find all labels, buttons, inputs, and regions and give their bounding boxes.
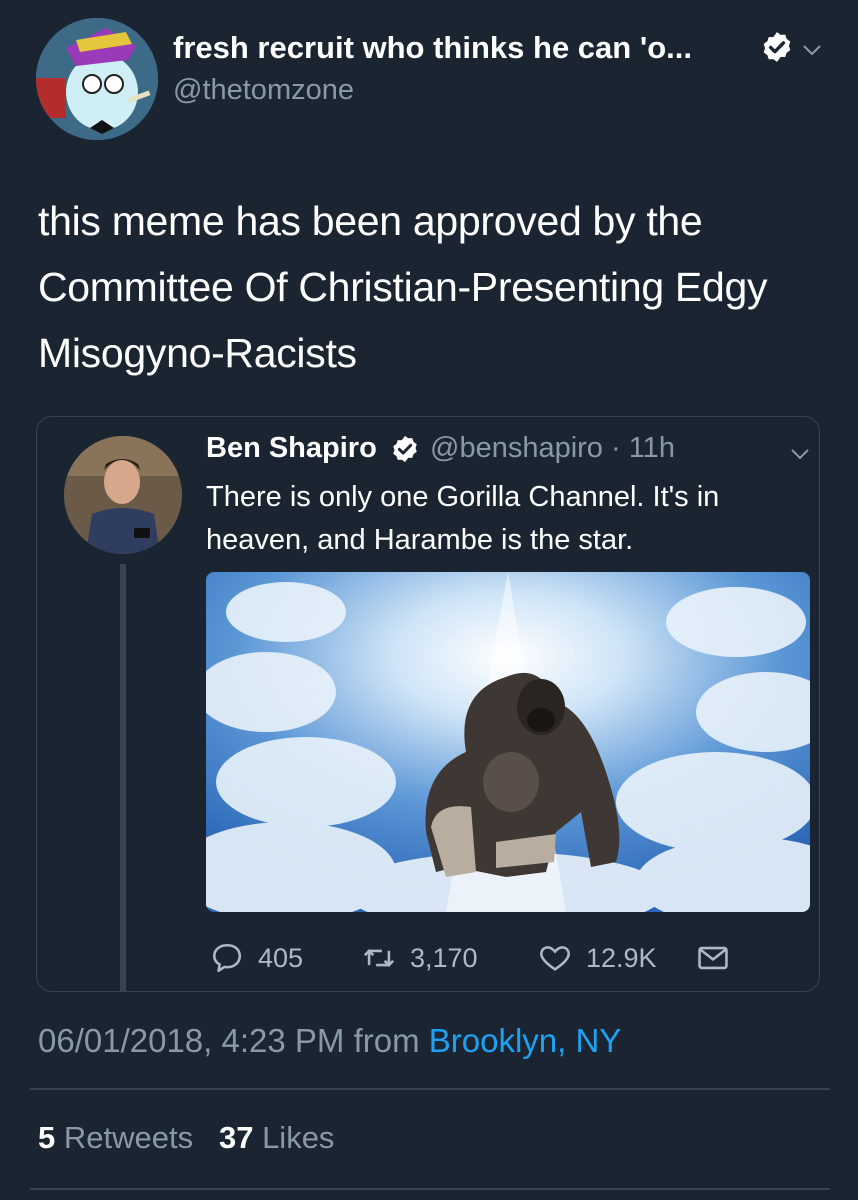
retweet-action[interactable]: 3,170 [362, 940, 478, 976]
dm-action[interactable] [696, 940, 730, 976]
like-count: 12.9K [586, 942, 657, 973]
retweets-count[interactable]: 5 [38, 1120, 55, 1155]
quoted-author-name[interactable]: Ben Shapiro [206, 432, 377, 465]
author-handle[interactable]: @thetomzone [173, 74, 354, 107]
from-label: from [353, 1022, 420, 1059]
retweets-label[interactable]: Retweets [64, 1120, 193, 1155]
retweet-icon [363, 949, 395, 967]
heart-icon [540, 946, 570, 971]
tweet-text: this meme has been approved by the Commi… [38, 198, 768, 376]
quoted-author-avatar[interactable] [64, 436, 182, 554]
chevron-down-icon[interactable] [788, 442, 812, 466]
tweet-timestamp: 06/01/2018, 4:23 PM from Brooklyn, NY [38, 1022, 621, 1060]
quoted-media-image[interactable] [206, 572, 810, 912]
location-link[interactable]: Brooklyn, NY [429, 1022, 622, 1059]
verified-badge-icon [393, 435, 417, 463]
reply-icon [212, 943, 242, 973]
reply-action[interactable]: 405 [210, 940, 303, 976]
timestamp-text: 06/01/2018, 4:23 PM [38, 1022, 345, 1059]
author-avatar[interactable] [36, 18, 158, 140]
divider [30, 1088, 830, 1090]
quoted-handle-time[interactable]: @benshapiro · 11h [430, 432, 675, 465]
like-action[interactable]: 12.9K [538, 940, 657, 976]
likes-label[interactable]: Likes [262, 1120, 334, 1155]
author-display-name[interactable]: fresh recruit who thinks he can 'o... [173, 30, 692, 66]
engagement-stats: 5 Retweets 37 Likes [38, 1120, 334, 1156]
quoted-tweet-text: There is only one Gorilla Channel. It's … [206, 481, 720, 556]
chevron-down-icon[interactable] [800, 38, 824, 62]
thread-line [120, 564, 126, 992]
envelope-icon [698, 946, 728, 970]
likes-count[interactable]: 37 [219, 1120, 253, 1155]
divider [30, 1188, 830, 1190]
verified-badge-icon [763, 32, 791, 62]
reply-count: 405 [258, 942, 304, 973]
retweet-count: 3,170 [410, 942, 478, 973]
